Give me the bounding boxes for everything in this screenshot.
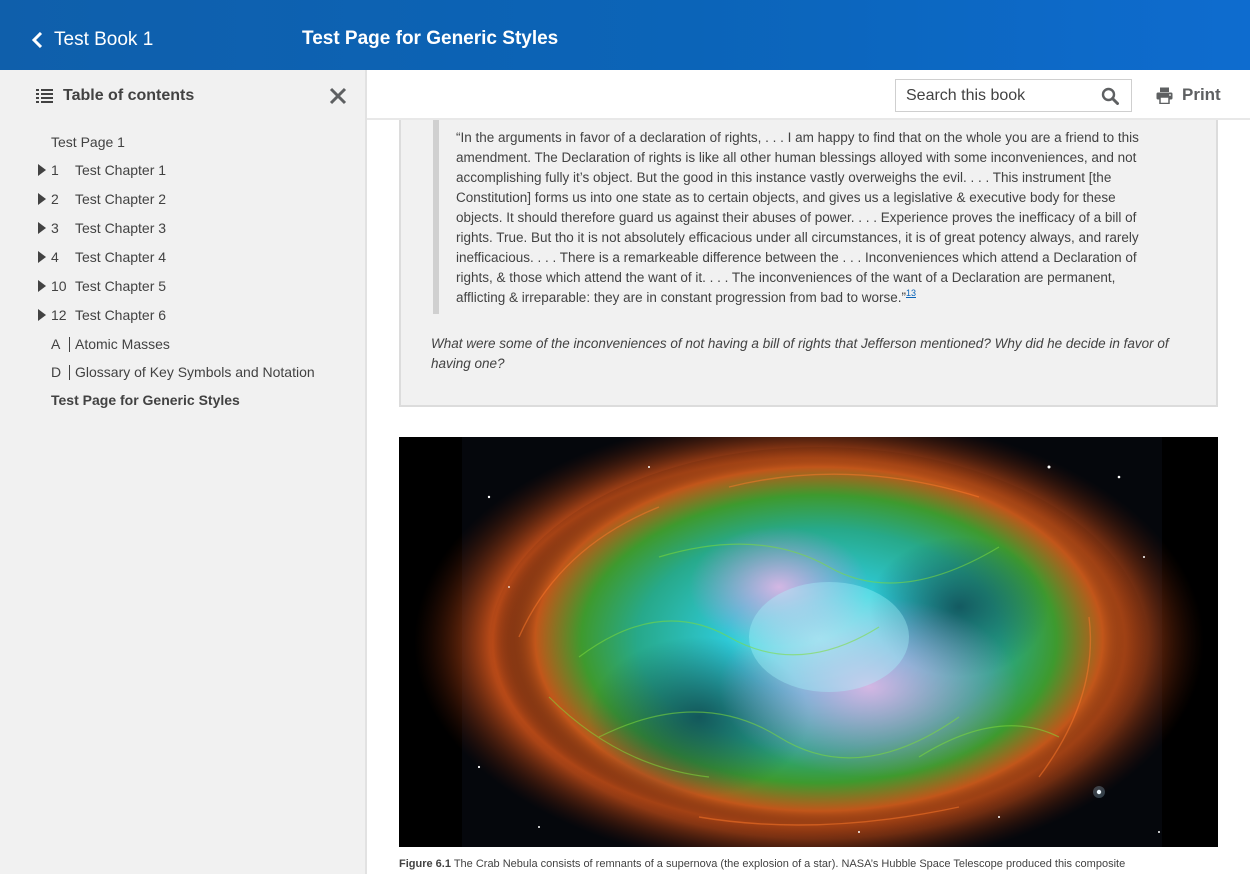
blockquote: “In the arguments in favor of a declarat… — [433, 120, 1163, 314]
toc-chapter-label: Test Chapter 3 — [75, 220, 167, 236]
footnote-link[interactable]: 13 — [906, 288, 916, 298]
toc-chapter-2[interactable]: 2 Test Chapter 2 — [0, 190, 365, 219]
toc-item-label: Test Page for Generic Styles — [51, 392, 240, 408]
toc-item-current-page[interactable]: Test Page for Generic Styles — [0, 391, 365, 419]
quote-text: “In the arguments in favor of a declarat… — [456, 130, 1139, 305]
search-box — [895, 79, 1132, 112]
page-title: Test Page for Generic Styles — [302, 28, 559, 49]
toc-chapter-number: 2 — [51, 191, 59, 207]
toc-chapter-6[interactable]: 12 Test Chapter 6 — [0, 306, 365, 335]
toc-chapter-label: Test Chapter 5 — [75, 278, 167, 294]
caret-right-icon[interactable] — [38, 280, 46, 292]
toc-appendix-label: Glossary of Key Symbols and Notation — [69, 365, 315, 380]
toc-chapter-5[interactable]: 10 Test Chapter 5 — [0, 277, 365, 306]
page-content: “In the arguments in favor of a declarat… — [367, 120, 1250, 874]
caret-right-icon[interactable] — [38, 309, 46, 321]
caret-right-icon[interactable] — [38, 222, 46, 234]
figure-label: Figure 6.1 — [399, 858, 451, 870]
toc-header: Table of contents — [36, 87, 194, 105]
toc-chapter-label: Test Chapter 4 — [75, 249, 167, 265]
toc-chapter-number: 3 — [51, 220, 59, 236]
back-to-book-link[interactable]: Test Book 1 — [30, 27, 153, 53]
table-of-contents-panel: Table of contents Test Page 1 1 Test Cha… — [0, 70, 367, 874]
print-button[interactable]: Print — [1156, 85, 1221, 105]
toc-chapter-number: 4 — [51, 249, 59, 265]
toc-item-label: Test Page 1 — [51, 134, 125, 150]
caret-right-icon[interactable] — [38, 251, 46, 263]
toc-chapter-number: 12 — [51, 307, 67, 323]
figure-caption-text: The Crab Nebula consists of remnants of … — [450, 858, 1126, 870]
crab-nebula-image — [399, 437, 1218, 847]
toc-chapter-label: Test Chapter 2 — [75, 191, 167, 207]
figure-image-crab-nebula — [399, 437, 1218, 847]
toc-list: Test Page 1 1 Test Chapter 1 2 Test Chap… — [0, 133, 365, 419]
feature-box: “In the arguments in favor of a declarat… — [399, 120, 1218, 407]
book-title: Test Book 1 — [54, 29, 154, 50]
top-bar: Test Book 1 Test Page for Generic Styles — [0, 0, 1250, 70]
print-label: Print — [1182, 85, 1221, 104]
toc-item-test-page-1[interactable]: Test Page 1 — [0, 133, 365, 161]
figure-caption: Figure 6.1 The Crab Nebula consists of r… — [399, 858, 1218, 870]
toc-chapter-4[interactable]: 4 Test Chapter 4 — [0, 248, 365, 277]
search-icon[interactable] — [1101, 87, 1119, 105]
toc-appendix-label: Atomic Masses — [69, 337, 170, 352]
toc-heading: Table of contents — [63, 87, 195, 104]
list-icon — [36, 89, 53, 103]
toolbar: Print — [367, 70, 1250, 120]
toc-appendix-d[interactable]: D Glossary of Key Symbols and Notation — [0, 363, 365, 391]
close-icon[interactable] — [329, 87, 347, 105]
toc-chapter-number: 1 — [51, 162, 59, 178]
toc-chapter-number: 10 — [51, 278, 67, 294]
toc-appendix-a[interactable]: A Atomic Masses — [0, 335, 365, 363]
toc-appendix-letter: A — [51, 336, 61, 352]
chevron-left-icon — [31, 32, 43, 48]
caret-right-icon[interactable] — [38, 164, 46, 176]
toc-chapter-label: Test Chapter 1 — [75, 162, 167, 178]
toc-chapter-3[interactable]: 3 Test Chapter 3 — [0, 219, 365, 248]
toc-chapter-1[interactable]: 1 Test Chapter 1 — [0, 161, 365, 190]
feature-question: What were some of the inconveniences of … — [431, 336, 1169, 371]
search-input[interactable] — [896, 80, 1096, 111]
caret-right-icon[interactable] — [38, 193, 46, 205]
toc-chapter-label: Test Chapter 6 — [75, 307, 167, 323]
print-icon — [1156, 87, 1173, 104]
toc-appendix-letter: D — [51, 364, 62, 380]
